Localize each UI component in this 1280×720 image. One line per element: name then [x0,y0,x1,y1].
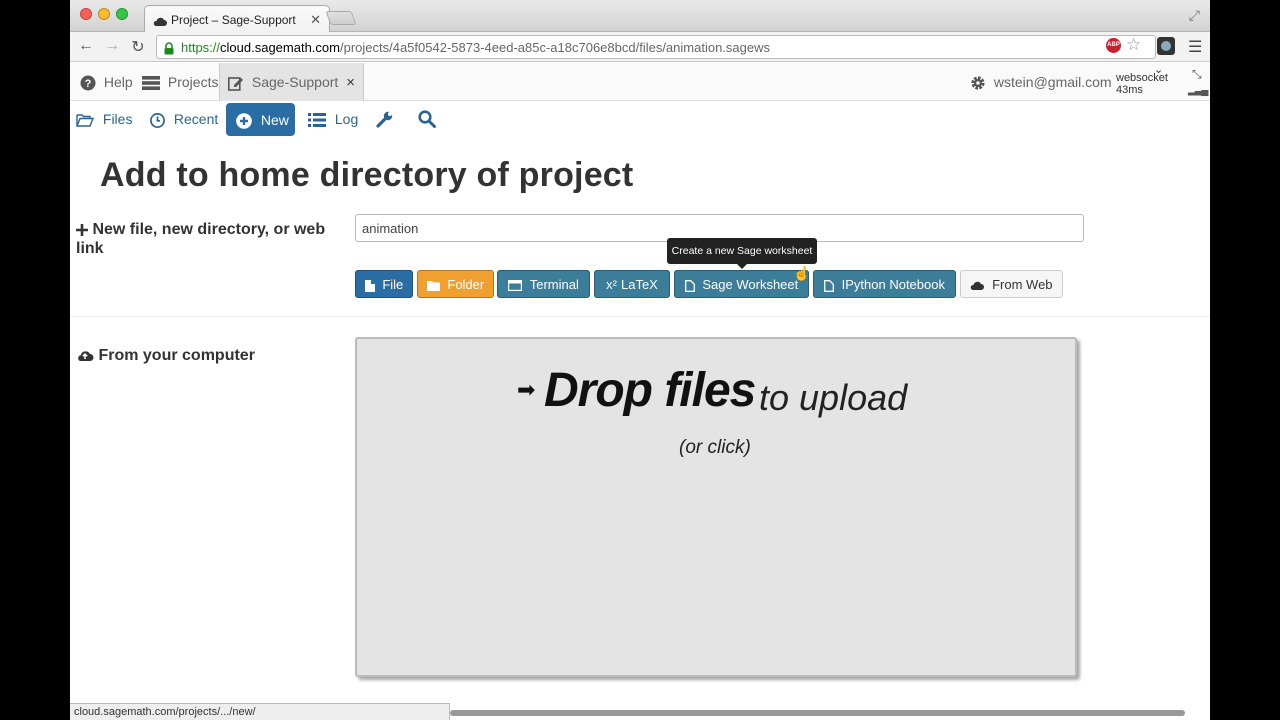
new-tab-button[interactable] [325,11,357,25]
title-bar: Project – Sage-Support ✕ ⤢ [70,0,1210,32]
zoom-window-button[interactable] [116,8,128,20]
gear-icon [970,74,990,90]
subnav-log-label: Log [334,111,359,127]
new-terminal-button[interactable]: Terminal [497,270,590,298]
section-divider [70,316,1210,317]
new-folder-label: Folder [447,277,485,292]
cloud-upload-icon [76,347,98,364]
svg-text:?: ? [85,78,92,90]
url-host: cloud.sagemath.com [220,40,340,55]
url-scheme: https:// [181,40,221,55]
fullscreen-icon[interactable]: ⤢ [1189,7,1200,24]
new-sage-worksheet-button[interactable]: Sage Worksheet [674,270,809,298]
extension-icon[interactable] [1157,37,1175,55]
new-ipython-notebook-button[interactable]: IPython Notebook [813,270,956,298]
file-outline-icon [824,277,838,292]
edit-icon [228,74,248,91]
subnav-log[interactable]: Log [308,111,359,128]
cloud-icon [970,277,988,292]
browser-window: Project – Sage-Support ✕ ⤢ ← → ↻ https:/… [70,0,1210,720]
horizontal-scrollbar[interactable] [450,710,1185,716]
nav-projects[interactable]: Projects [142,63,218,101]
clock-icon [150,111,169,128]
question-circle-icon: ? [80,74,100,91]
reload-icon[interactable]: ↻ [128,37,148,57]
forward-arrow-icon[interactable]: → [102,37,122,55]
nav-help[interactable]: ? Help [80,63,133,101]
from-web-label: From Web [992,277,1053,292]
address-bar[interactable]: https://cloud.sagemath.com/projects/4a5f… [156,35,1156,59]
tab-close-icon[interactable]: ✕ [310,12,321,28]
nav-project-label: Sage-Support [251,74,339,90]
adblock-icon[interactable]: ABP [1106,38,1121,53]
page-title: Add to home directory of project [100,156,634,194]
dropzone-title: Drop files [544,364,756,417]
browser-toolbar: ← → ↻ https://cloud.sagemath.com/project… [70,32,1210,62]
subnav-recent[interactable]: Recent [150,111,218,128]
browser-tab[interactable]: Project – Sage-Support ✕ [144,5,330,32]
plus-icon [76,221,92,238]
websocket-latency: 43ms [1116,84,1143,96]
folder-open-icon [76,111,98,127]
status-bar-url: cloud.sagemath.com/projects/.../new/ [70,703,450,720]
subnav-files-label: Files [102,111,133,127]
nav-user-email: wstein@gmail.com [993,74,1112,90]
superscript-icon: x² [606,277,617,292]
subnav-new-label: New [260,112,289,128]
dropzone-subtitle: to upload [759,377,908,418]
tab-title: Project – Sage-Support [171,13,296,27]
file-icon [364,277,379,292]
folder-icon [426,277,444,292]
new-file-label: File [382,277,404,292]
close-project-icon[interactable]: × [346,74,355,91]
search-icon[interactable] [418,110,436,129]
tooltip: Create a new Sage worksheet [667,238,817,269]
subnav-recent-label: Recent [173,111,219,127]
new-latex-button[interactable]: x² LaTeX [594,270,670,298]
websocket-status: websocket 43ms [1116,72,1186,96]
url-path: /projects/4a5f0542-5873-4eed-a85c-a18c70… [339,40,770,55]
nav-help-label: Help [103,74,133,90]
new-folder-button[interactable]: Folder [417,270,494,298]
from-computer-label: From your computer [76,347,255,365]
back-arrow-icon[interactable]: ← [76,37,96,55]
app-navbar: ? Help Projects Sage-Support × wstein@gma… [70,63,1210,101]
cloud-icon [153,14,167,28]
from-web-button[interactable]: From Web [960,270,1063,298]
signal-bars-icon: ▂▃▄ [1188,85,1208,96]
hamburger-menu-icon[interactable]: ☰ [1188,37,1202,57]
project-subnav: Files Recent New Log [70,101,1210,139]
nav-projects-label: Projects [167,74,219,90]
list-icon [308,111,330,128]
nav-project-tab[interactable]: Sage-Support × [219,63,365,101]
expand-icon[interactable]: ⤡ [1192,67,1202,82]
minimize-window-button[interactable] [98,8,110,20]
new-terminal-label: Terminal [529,277,579,292]
from-computer-text: From your computer [98,347,255,364]
file-dropzone[interactable]: ➡ Drop files to upload (or click) [355,337,1077,677]
arrow-right-icon: ➡ [517,377,536,402]
wrench-icon[interactable] [376,110,394,128]
subnav-files[interactable]: Files [76,111,132,127]
server-icon [142,74,164,91]
dropzone-click-hint: (or click) [679,437,751,458]
plus-circle-icon [236,112,256,130]
new-file-label: New file, new directory, or web link [76,220,326,258]
new-ipython-notebook-label: IPython Notebook [841,277,945,292]
lock-icon [164,40,174,55]
terminal-icon [508,277,526,292]
close-window-button[interactable] [80,8,92,20]
nav-account[interactable]: wstein@gmail.com [970,63,1112,101]
file-outline-icon [684,277,699,292]
bookmark-star-icon[interactable]: ☆ [1126,35,1141,55]
new-file-label-text: New file, new directory, or web link [76,221,326,257]
websocket-label: websocket [1116,72,1168,84]
subnav-new[interactable]: New [226,103,295,136]
new-sage-worksheet-label: Sage Worksheet [702,277,799,292]
hand-cursor-icon: ☝ [793,265,811,281]
new-file-button[interactable]: File [355,270,413,298]
new-latex-label: LaTeX [620,277,658,292]
